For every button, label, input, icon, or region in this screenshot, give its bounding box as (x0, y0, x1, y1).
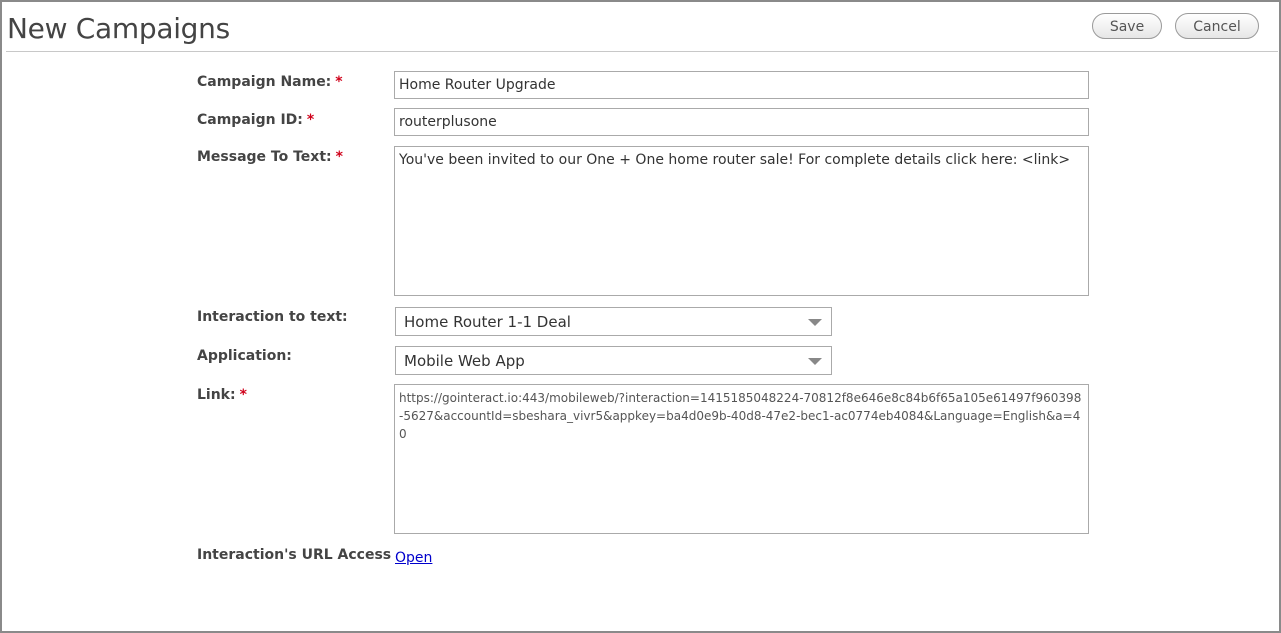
url-access-label: Interaction's URL Access (197, 547, 392, 563)
link-label: Link: * (197, 387, 247, 403)
campaign-name-label-text: Campaign Name: (197, 74, 332, 90)
save-button[interactable]: Save (1092, 13, 1162, 39)
required-marker: * (306, 112, 315, 128)
campaign-id-input[interactable]: routerplusone (394, 108, 1089, 136)
link-textarea[interactable]: https://gointeract.io:443/mobileweb/?int… (394, 384, 1089, 534)
campaign-name-input[interactable]: Home Router Upgrade (394, 71, 1089, 99)
campaign-id-label: Campaign ID: * (197, 112, 314, 128)
application-label: Application: (197, 348, 292, 364)
campaign-id-label-text: Campaign ID: (197, 112, 303, 128)
link-label-text: Link: (197, 387, 236, 403)
header-divider (6, 51, 1278, 52)
page-title: New Campaigns (7, 12, 230, 45)
message-textarea[interactable]: You've been invited to our One + One hom… (394, 146, 1089, 296)
interaction-select[interactable]: Home Router 1-1 Deal (395, 307, 832, 336)
application-select[interactable]: Mobile Web App (395, 346, 832, 375)
dropdown-arrow-icon (808, 319, 822, 326)
dropdown-arrow-icon (808, 358, 822, 365)
application-selected-value: Mobile Web App (404, 352, 525, 370)
campaign-name-label: Campaign Name: * (197, 74, 343, 90)
page-header: New Campaigns Save Cancel (2, 2, 1279, 52)
required-marker: * (239, 387, 247, 403)
open-link[interactable]: Open (395, 550, 432, 566)
required-marker: * (335, 149, 343, 165)
message-label-text: Message To Text: (197, 149, 332, 165)
required-marker: * (335, 74, 343, 90)
interaction-selected-value: Home Router 1-1 Deal (404, 313, 571, 331)
window-frame: New Campaigns Save Cancel Campaign Name:… (0, 0, 1281, 633)
cancel-button[interactable]: Cancel (1175, 13, 1259, 39)
interaction-label: Interaction to text: (197, 309, 348, 325)
message-label: Message To Text: * (197, 149, 343, 165)
